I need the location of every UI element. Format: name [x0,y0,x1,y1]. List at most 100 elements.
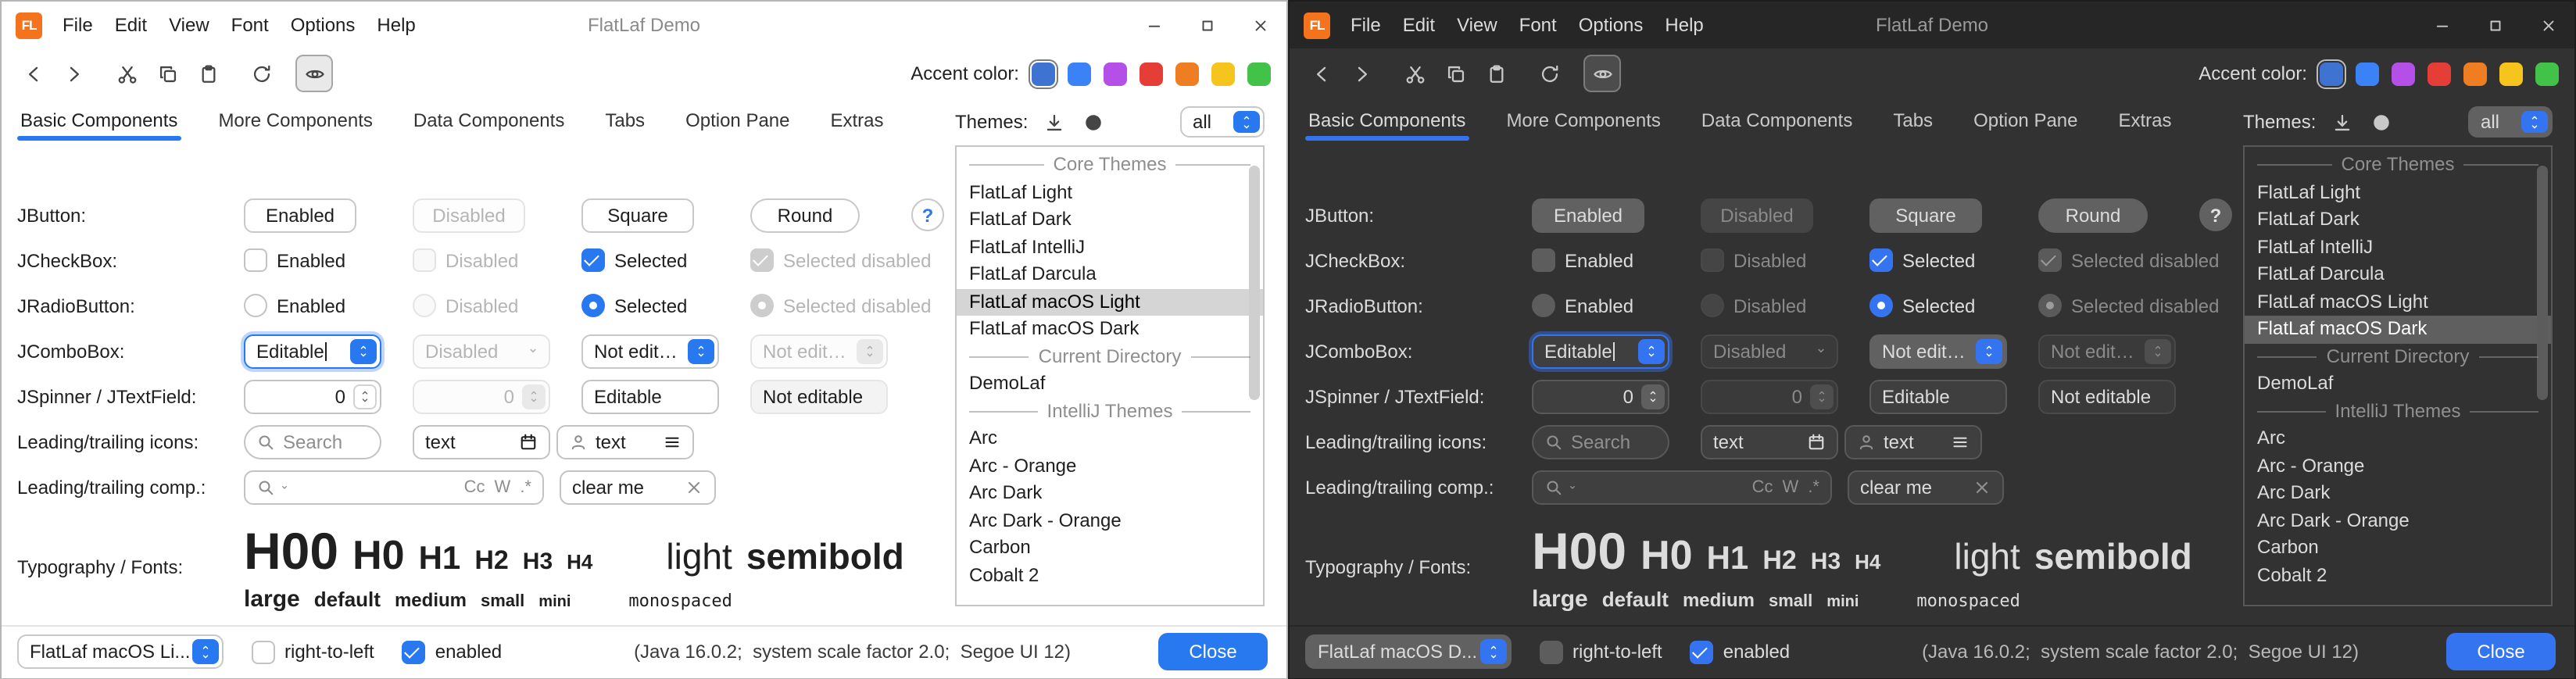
round-button[interactable]: Round [750,198,860,232]
theme-list-item[interactable]: FlatLaf Dark [957,206,1263,234]
theme-list-item[interactable]: Arc [2245,425,2551,452]
close-button[interactable]: Close [1158,633,1268,670]
download-themes-button[interactable] [1039,106,1070,138]
menu-item[interactable]: Edit [1392,2,1446,48]
editable-combobox[interactable]: Editable [244,334,381,368]
theme-list-item[interactable]: IntelliJ Themes [2245,398,2551,425]
right-to-left-checkbox[interactable]: right-to-left [1540,640,1662,663]
titlebar[interactable]: FL FileEditViewFontOptionsHelp FlatLaf D… [1290,2,2574,48]
tab[interactable]: Option Pane [682,98,792,142]
tab[interactable]: Tabs [602,98,648,142]
menu-item[interactable]: Font [1508,2,1568,48]
clearable-field[interactable]: clear me [1848,470,2004,504]
theme-list-item[interactable]: FlatLaf macOS Light [2245,288,2551,316]
radio-enabled[interactable] [244,294,267,317]
not-editable-combobox[interactable]: Not editable [581,334,719,368]
enabled-button[interactable]: Enabled [1532,198,1644,232]
themes-scrollbar[interactable] [1249,166,1260,400]
paste-button[interactable] [189,55,227,92]
combobox-arrow-icon[interactable] [1976,338,2002,363]
theme-list-item[interactable]: FlatLaf Darcula [957,261,1263,288]
menu-item[interactable]: View [158,2,220,48]
combobox-arrow-icon[interactable] [1233,111,1260,133]
theme-list-item[interactable]: IntelliJ Themes [957,398,1263,425]
user-field[interactable]: text [556,424,694,459]
refresh-button[interactable] [242,55,280,92]
accent-color-swatch[interactable] [1140,62,1163,85]
maximize-button[interactable] [1180,2,1233,48]
theme-list-item[interactable]: FlatLaf Light [2245,179,2551,206]
search-with-options-field[interactable]: Cc W .* [1532,470,1832,504]
combobox-arrow-icon[interactable] [192,639,219,664]
theme-list-item[interactable]: Arc Dark [2245,480,2551,507]
download-themes-button[interactable] [2327,106,2358,138]
combobox-arrow-icon[interactable] [688,338,714,363]
tab[interactable]: Tabs [1890,98,1936,142]
tab[interactable]: Extras [2116,98,2175,142]
combobox-arrow-icon[interactable] [350,338,377,363]
right-to-left-checkbox[interactable]: right-to-left [252,640,374,663]
theme-filter-combobox[interactable]: all [1180,106,1265,138]
theme-list-item[interactable]: Current Directory [2245,343,2551,370]
checkbox[interactable] [402,640,426,663]
tab[interactable]: Basic Components [1305,98,1469,142]
match-case-button[interactable]: Cc [464,477,485,496]
round-button[interactable]: Round [2038,198,2148,232]
accent-color-swatch[interactable] [2356,62,2379,85]
accent-color-swatch[interactable] [2392,62,2415,85]
spinner[interactable]: 0 [244,379,381,413]
eye-toggle-button[interactable] [1583,55,1621,92]
titlebar[interactable]: FL FileEditViewFontOptionsHelp FlatLaf D… [2,2,1286,48]
square-button[interactable]: Square [1869,198,1982,232]
spinner-arrows[interactable] [353,384,377,409]
enabled-button[interactable]: Enabled [244,198,356,232]
theme-list-item[interactable]: Arc - Orange [2245,452,2551,480]
accent-color-swatch[interactable] [2320,62,2343,85]
theme-selector-combobox[interactable]: FlatLaf macOS D... [1305,634,1512,669]
match-case-button[interactable]: Cc [1752,477,1773,496]
close-button[interactable]: Close [2446,633,2556,670]
github-button[interactable] [1078,106,1109,138]
combobox-arrow-icon[interactable] [1638,338,1665,363]
theme-list-item[interactable]: Core Themes [2245,152,2551,179]
theme-list-item[interactable]: DemoLaf [957,370,1263,398]
accent-color-swatch[interactable] [2463,62,2487,85]
theme-list-item[interactable]: FlatLaf macOS Light [957,288,1263,316]
themes-scrollbar[interactable] [2537,166,2548,400]
minimize-button[interactable] [2415,2,2468,48]
clearable-field[interactable]: clear me [560,470,716,504]
theme-list-item[interactable]: Core Themes [957,152,1263,179]
regex-button[interactable]: .* [1808,477,1819,496]
theme-list-item[interactable]: DemoLaf [2245,370,2551,398]
whole-words-button[interactable]: W [495,477,511,496]
radio-selected[interactable] [581,294,605,317]
spinner-arrows[interactable] [1641,384,1665,409]
editable-textfield[interactable]: Editable [581,379,719,413]
enabled-checkbox[interactable]: enabled [402,640,502,663]
accent-color-swatch[interactable] [1247,62,1271,85]
theme-list-item[interactable]: FlatLaf Darcula [2245,261,2551,288]
whole-words-button[interactable]: W [1783,477,1799,496]
checkbox[interactable] [1690,640,1714,663]
tab[interactable]: Data Components [1698,98,1855,142]
theme-list-item[interactable]: Carbon [2245,534,2551,562]
maximize-button[interactable] [2468,2,2521,48]
paste-button[interactable] [1477,55,1515,92]
close-window-button[interactable] [1233,2,1286,48]
tab[interactable]: Option Pane [1970,98,2080,142]
accent-color-swatch[interactable] [2428,62,2451,85]
search-field[interactable]: Search [244,424,381,459]
back-button[interactable] [14,55,52,92]
theme-list-item[interactable]: Arc - Orange [957,452,1263,480]
theme-list-item[interactable]: FlatLaf Dark [2245,206,2551,234]
checkbox-selected[interactable] [581,248,605,272]
enabled-checkbox[interactable]: enabled [1690,640,1790,663]
accent-color-swatch[interactable] [1104,62,1127,85]
minimize-button[interactable] [1127,2,1180,48]
github-button[interactable] [2366,106,2397,138]
square-button[interactable]: Square [581,198,694,232]
back-button[interactable] [1302,55,1340,92]
menu-item[interactable]: File [1340,2,1392,48]
checkbox-selected[interactable] [1869,248,1893,272]
radio-enabled[interactable] [1532,294,1555,317]
